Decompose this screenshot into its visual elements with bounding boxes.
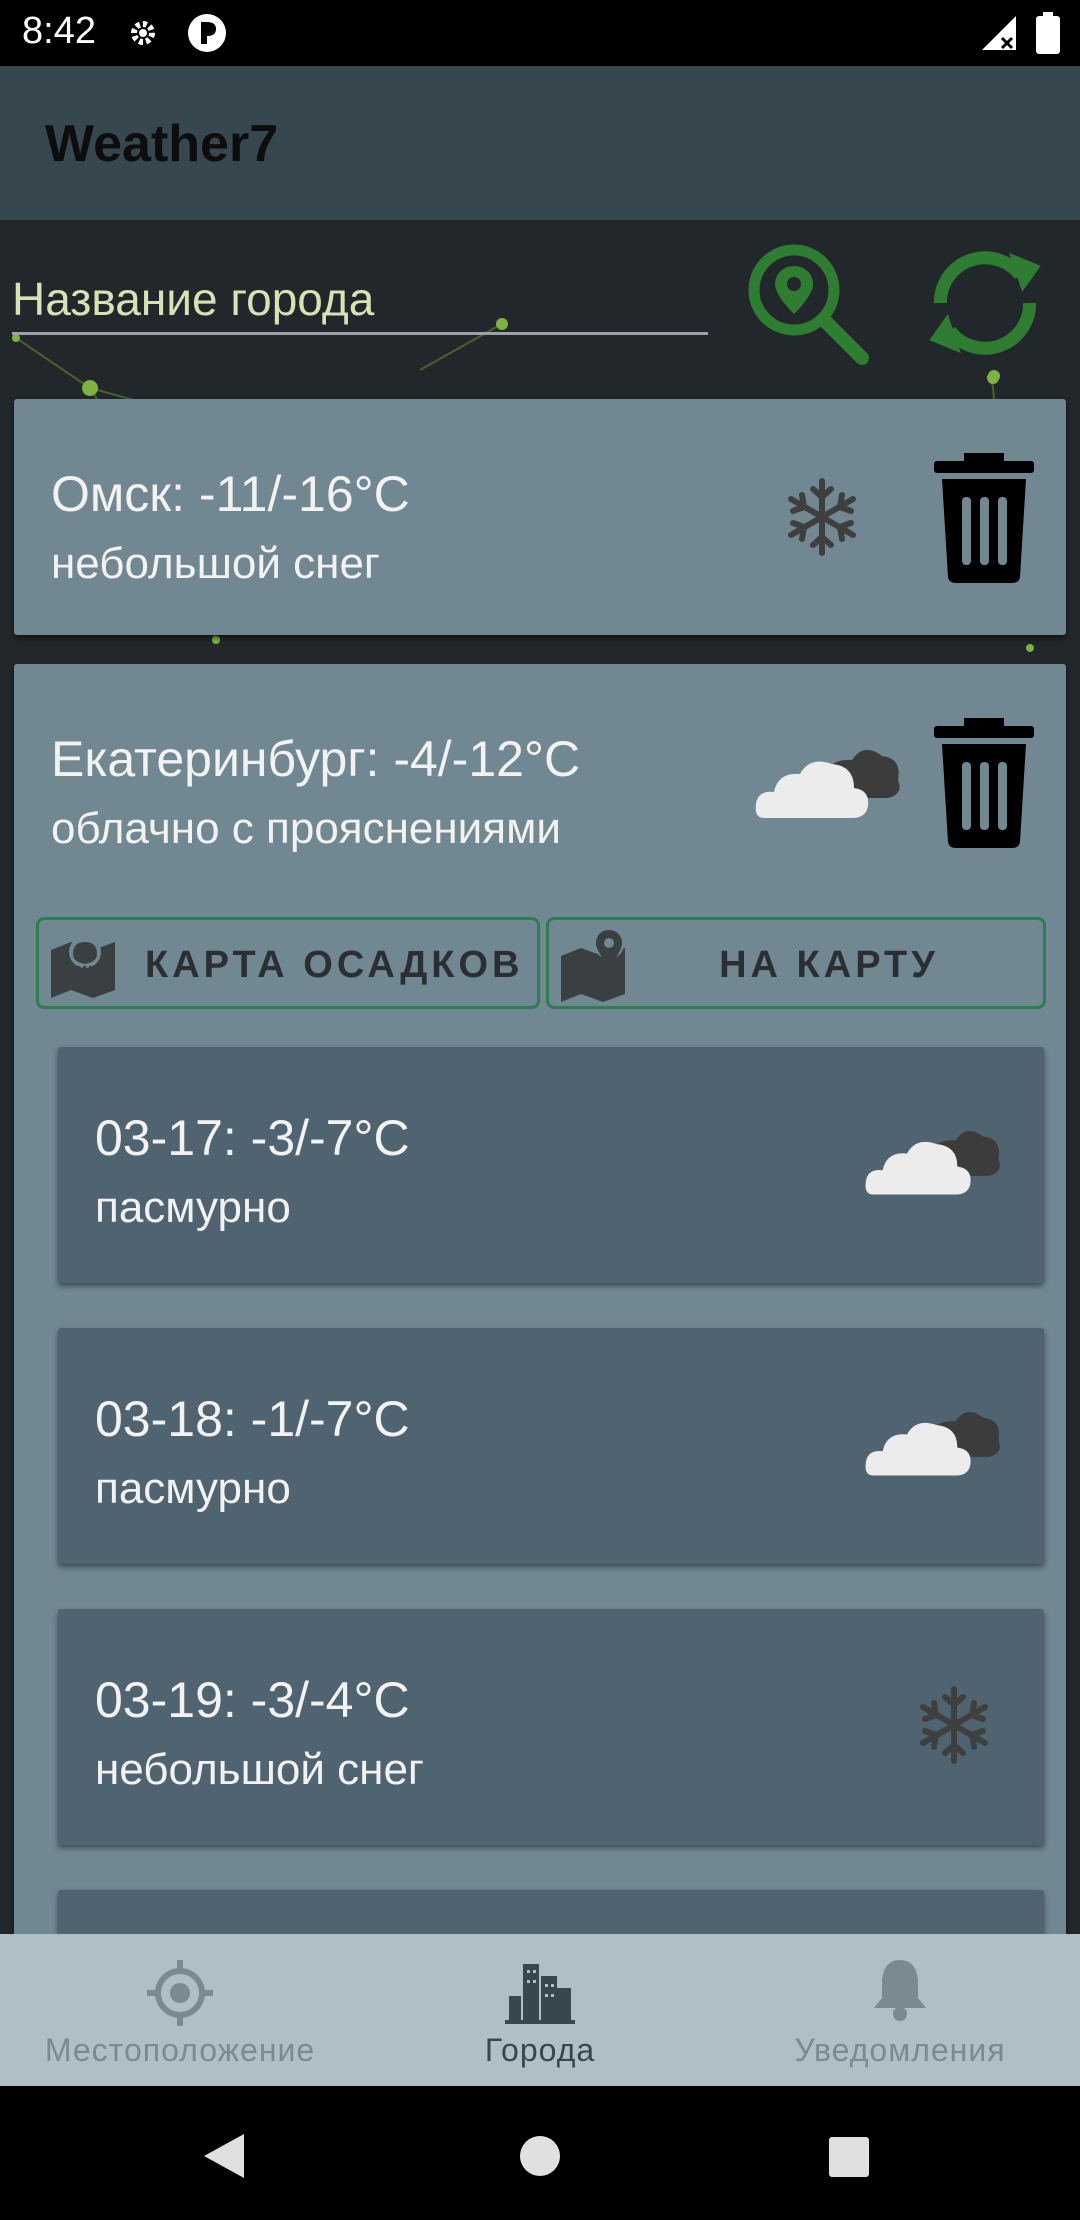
battery-icon [1036,12,1060,54]
forecast-description: пасмурно [95,1464,291,1513]
cloud-icon [865,1130,1000,1195]
status-time: 8:42 [22,10,96,52]
recents-icon[interactable] [828,2136,870,2178]
app-title: Weather7 [45,115,279,173]
location-target-icon [147,1960,213,2026]
bell-icon [874,1960,926,2021]
app-bar: Weather7 [0,66,1080,220]
forecast-description: пасмурно [95,1183,291,1232]
forecast-temperature: 03-17: -3/-7°C [95,1110,410,1166]
nav-item-cities[interactable]: Города [360,1934,720,2086]
decor-dot [988,370,1000,382]
delete-city-button[interactable] [934,453,1034,583]
refresh-button[interactable] [920,238,1050,368]
city-weather-description: небольшой снег [51,539,380,588]
app-status-icon [188,14,226,52]
city-temperature: Омск: -11/-16°C [51,466,410,522]
nav-item-location[interactable]: Местоположение [0,1934,360,2086]
delete-city-button[interactable] [934,718,1034,848]
cloud-icon [755,749,900,818]
snowflake-icon [920,1686,988,1764]
precipitation-map-icon [51,936,115,998]
forecast-item[interactable]: 03-17: -3/-7°C пасмурно [58,1047,1044,1283]
city-card-expanded[interactable]: Екатеринбург: -4/-12°C облачно с проясне… [14,664,1066,1934]
show-on-map-button[interactable]: НА КАРТУ [546,917,1046,1009]
content-area: Омск: -11/-16°C небольшой снег Екатеринб… [0,220,1080,1934]
forecast-temperature: 03-18: -1/-7°C [95,1391,410,1447]
city-weather-description: облачно с прояснениями [51,804,561,853]
show-on-map-label: НА КАРТУ [719,944,939,986]
cloud-icon [865,1411,1000,1476]
snowflake-icon [788,478,856,556]
city-card[interactable]: Омск: -11/-16°C небольшой снег [14,399,1066,635]
forecast-item[interactable]: 03-18: -1/-7°C пасмурно [58,1328,1044,1564]
city-temperature: Екатеринбург: -4/-12°C [51,731,581,787]
forecast-temperature: 03-19: -3/-4°C [95,1672,410,1728]
nav-label-notifications: Уведомления [794,2032,1006,2068]
precipitation-map-button[interactable]: КАРТА ОСАДКОВ [36,917,540,1009]
search-location-button[interactable] [742,238,872,368]
system-navigation-bar [0,2086,1080,2220]
nav-label-location: Местоположение [44,2032,316,2068]
city-icon [505,1964,575,2024]
city-search-input[interactable] [12,275,708,335]
nav-item-notifications[interactable]: Уведомления [720,1934,1080,2086]
signal-off-icon [982,16,1016,50]
back-icon[interactable] [202,2132,246,2180]
forecast-description: небольшой снег [95,1745,424,1794]
nav-label-cities: Города [484,2032,596,2068]
status-bar: 8:42 [0,0,1080,66]
home-icon[interactable] [518,2134,562,2178]
precipitation-map-label: КАРТА ОСАДКОВ [145,944,524,986]
forecast-item-partial[interactable] [58,1890,1044,1934]
settings-status-icon [131,21,155,45]
bottom-navigation: Местоположение Города Уведомления [0,1934,1080,2086]
forecast-item[interactable]: 03-19: -3/-4°C небольшой снег [58,1609,1044,1845]
